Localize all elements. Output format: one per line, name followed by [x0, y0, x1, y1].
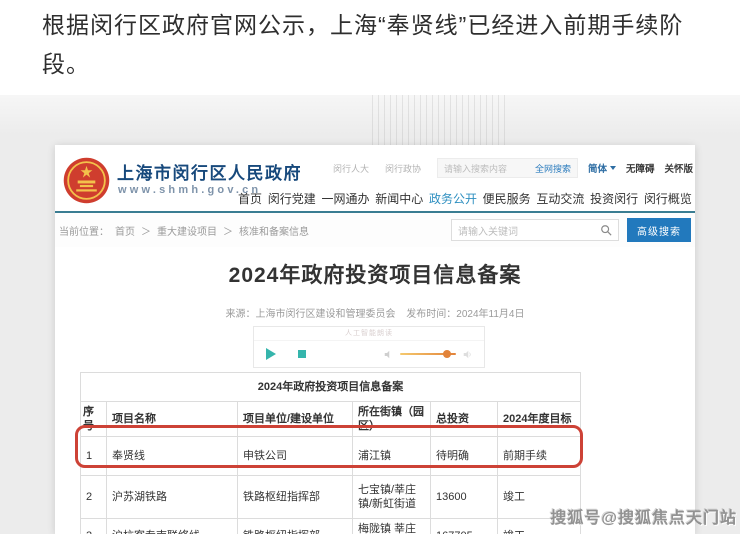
cell-investment: 167705	[431, 519, 498, 534]
keyword-search-input[interactable]: 请输入关键词	[451, 219, 619, 241]
play-icon[interactable]	[266, 348, 276, 360]
volume-high-icon	[463, 350, 472, 359]
breadcrumb: 当前位置： 首页 ＞ 重大建设项目 ＞ 核准和备案信息	[59, 223, 315, 238]
quick-link-zhengxie[interactable]: 闵行政协	[385, 162, 421, 175]
keyword-search-placeholder: 请输入关键词	[458, 223, 518, 238]
main-nav: 首页 闵行党建 一网通办 新闻中心 政务公开 便民服务 互动交流 投资闵行 闵行…	[238, 189, 692, 207]
intro-text: 根据闵行区政府官网公示，上海“奉贤线”已经进入前期手续阶段。	[42, 6, 710, 84]
breadcrumb-home[interactable]: 首页	[115, 223, 135, 238]
cell-index: 3	[81, 519, 107, 534]
audio-reader-label: 人工智能朗读	[254, 327, 484, 341]
volume-slider[interactable]	[400, 353, 456, 355]
article-title: 2024年政府投资项目信息备案	[55, 259, 695, 289]
nav-item-invest[interactable]: 投资闵行	[590, 190, 638, 207]
col-header-index: 序号	[81, 402, 107, 437]
cell-unit: 申铁公司	[238, 437, 353, 476]
audio-reader-widget: 人工智能朗读	[253, 326, 485, 368]
breadcrumb-filing-info[interactable]: 核准和备案信息	[239, 223, 309, 238]
language-select[interactable]: 简体	[588, 161, 616, 175]
watermark: 搜狐号@搜狐焦点天门站	[550, 504, 737, 528]
header-search-input[interactable]: 请输入搜索内容 全网搜索	[437, 158, 578, 178]
cell-unit: 铁路枢纽指挥部	[238, 476, 353, 519]
table-header-row: 序号 项目名称 项目单位/建设单位 所在街镇（园区） 总投资 2024年度目标	[81, 402, 581, 437]
cell-project: 沪杭客专南联络线	[107, 519, 238, 534]
cell-unit: 铁路枢纽指挥部	[238, 519, 353, 534]
nav-item-interaction[interactable]: 互动交流	[536, 190, 584, 207]
breadcrumb-separator: ＞	[141, 223, 151, 238]
cell-index: 2	[81, 476, 107, 519]
volume-slider-knob[interactable]	[443, 350, 451, 358]
breadcrumb-bar: 当前位置： 首页 ＞ 重大建设项目 ＞ 核准和备案信息 请输入关键词 高级搜索	[55, 213, 695, 247]
cell-goal: 前期手续	[498, 437, 581, 476]
site-title: 上海市闵行区人民政府	[117, 159, 302, 184]
table-row-huhang-link: 3 沪杭客专南联络线 铁路枢纽指挥部 梅陇镇 莘庄镇 167705 竣工	[81, 519, 581, 534]
header-search-placeholder: 请输入搜索内容	[444, 162, 507, 175]
audio-reader-controls	[254, 341, 484, 367]
projects-table: 2024年政府投资项目信息备案 序号 项目名称 项目单位/建设单位 所在街镇（园…	[80, 372, 581, 534]
nav-item-home[interactable]: 首页	[238, 190, 262, 207]
advanced-search-button[interactable]: 高级搜索	[627, 218, 691, 242]
col-header-investment: 总投资	[431, 402, 498, 437]
cell-project: 奉贤线	[107, 437, 238, 476]
stop-icon[interactable]	[298, 350, 306, 358]
col-header-project: 项目名称	[107, 402, 238, 437]
article-source: 来源：上海市闵行区建设和管理委员会	[226, 309, 396, 320]
header-utility-bar: 闵行人大 闵行政协 请输入搜索内容 全网搜索 简体 无障碍 关怀版	[333, 157, 693, 179]
cell-town: 七宝镇/莘庄镇/新虹街道	[353, 476, 431, 519]
nav-item-party[interactable]: 闵行党建	[268, 190, 316, 207]
volume-low-icon	[384, 350, 393, 359]
col-header-town: 所在街镇（园区）	[353, 402, 431, 437]
article-meta: 来源：上海市闵行区建设和管理委员会 发布时间：2024年11月4日	[55, 305, 695, 320]
care-version-link[interactable]: 关怀版	[664, 161, 693, 175]
breadcrumb-label: 当前位置：	[59, 223, 109, 238]
breadcrumb-separator: ＞	[223, 223, 233, 238]
search-icon	[600, 224, 612, 236]
gov-site-screenshot-card: 上海市闵行区人民政府 www.shmh.gov.cn 闵行人大 闵行政协 请输入…	[55, 145, 695, 534]
table-row-fengxian-line: 1 奉贤线 申铁公司 浦江镇 待明确 前期手续	[81, 437, 581, 476]
nav-item-news[interactable]: 新闻中心	[375, 190, 423, 207]
page-search-group: 请输入关键词 高级搜索	[451, 218, 693, 242]
col-header-unit: 项目单位/建设单位	[238, 402, 353, 437]
chevron-down-icon	[610, 166, 616, 170]
cell-town: 梅陇镇 莘庄镇	[353, 519, 431, 534]
table-caption-row: 2024年政府投资项目信息备案	[81, 373, 581, 402]
nav-item-gov-affairs[interactable]: 政务公开	[429, 190, 477, 207]
cell-index: 1	[81, 437, 107, 476]
backdrop-sheen	[0, 95, 740, 135]
table-caption: 2024年政府投资项目信息备案	[81, 373, 581, 402]
table-row-husuhu-railway: 2 沪苏湖铁路 铁路枢纽指挥部 七宝镇/莘庄镇/新虹街道 13600 竣工	[81, 476, 581, 519]
cell-investment: 13600	[431, 476, 498, 519]
nav-item-onestop[interactable]: 一网通办	[321, 190, 369, 207]
quick-link-renda[interactable]: 闵行人大	[333, 162, 369, 175]
breadcrumb-major-projects[interactable]: 重大建设项目	[157, 223, 217, 238]
article-publish-date: 发布时间：2024年11月4日	[406, 309, 524, 320]
national-emblem-logo	[63, 157, 110, 204]
header-search-button[interactable]: 全网搜索	[535, 162, 571, 175]
language-select-label: 简体	[588, 161, 607, 175]
nav-item-overview[interactable]: 闵行概览	[644, 190, 692, 207]
cell-investment: 待明确	[431, 437, 498, 476]
nav-item-services[interactable]: 便民服务	[483, 190, 531, 207]
accessibility-link[interactable]: 无障碍	[626, 161, 655, 175]
col-header-goal: 2024年度目标	[498, 402, 581, 437]
cell-project: 沪苏湖铁路	[107, 476, 238, 519]
cell-town: 浦江镇	[353, 437, 431, 476]
volume-control	[384, 350, 472, 359]
